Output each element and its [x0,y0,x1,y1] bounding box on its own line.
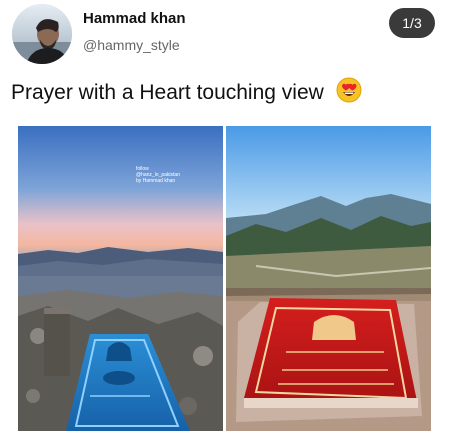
prayer-mat-red-photo [226,126,431,431]
image-watermark: follow @hanz_lo_pakistan by Hammad khan [136,166,180,184]
image-pager-badge: 1/3 [389,8,435,38]
author-handle[interactable]: @hammy_style [83,37,180,53]
post-text-body: Prayer with a Heart touching view [11,81,324,104]
prayer-mat-blue-photo [18,126,223,431]
post-text: Prayer with a Heart touching view [11,77,362,109]
post-image-1[interactable]: follow @hanz_lo_pakistan by Hammad khan [18,126,223,431]
author-name[interactable]: Hammad khan [83,10,186,27]
post-image-2[interactable] [226,126,431,431]
watermark-line-author: by Hammad khan [136,178,176,184]
profile-photo-icon [12,4,72,64]
author-avatar[interactable] [12,4,72,64]
heart-eyes-emoji-icon [336,77,362,109]
